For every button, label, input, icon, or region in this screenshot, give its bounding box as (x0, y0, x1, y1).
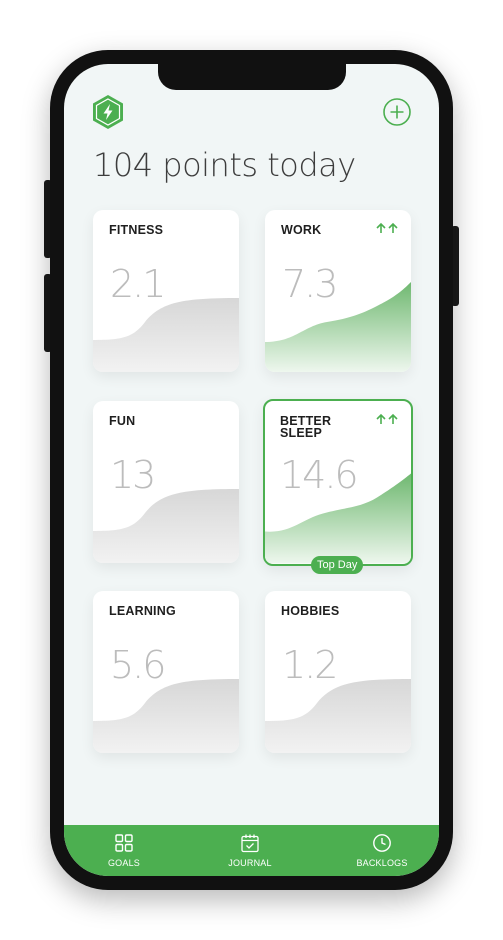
grid-icon (115, 834, 133, 852)
goal-card-better-sleep[interactable]: BETTER SLEEP 14.6 Top Day (263, 399, 413, 574)
goal-card-learning[interactable]: LEARNING 5.6 (93, 591, 239, 753)
card-value-work: 7.3 (282, 262, 338, 306)
card-title-fun: FUN (109, 414, 136, 428)
card-value-better-sleep: 14.6 (280, 453, 359, 497)
card-title-fitness: FITNESS (109, 223, 164, 237)
bolt-hexagon-icon[interactable] (91, 94, 125, 130)
points-today-heading: 104 points today (93, 146, 356, 184)
card-title-better-sleep: BETTER SLEEP (280, 414, 332, 440)
bottom-navigation-bar: GOALS JOURNAL BACKLOGS (64, 825, 439, 876)
double-up-arrow-icon (376, 413, 398, 424)
nav-item-goals[interactable]: GOALS (79, 833, 169, 868)
calendar-check-icon (241, 834, 259, 853)
card-value-hobbies: 1.2 (282, 643, 338, 687)
goal-card-hobbies[interactable]: HOBBIES 1.2 (265, 591, 411, 753)
clock-icon (373, 834, 391, 852)
nav-label-journal: JOURNAL (228, 858, 272, 868)
card-value-fun: 13 (110, 453, 156, 497)
goal-card-work[interactable]: WORK 7.3 (265, 210, 411, 372)
card-title-learning: LEARNING (109, 604, 176, 618)
double-up-arrow-icon (376, 222, 398, 233)
card-value-learning: 5.6 (110, 643, 166, 687)
card-title-work: WORK (281, 223, 322, 237)
phone-notch (158, 64, 346, 90)
card-value-fitness: 2.1 (110, 262, 166, 306)
card-title-hobbies: HOBBIES (281, 604, 340, 618)
goal-card-fitness[interactable]: FITNESS 2.1 (93, 210, 239, 372)
nav-item-backlogs[interactable]: BACKLOGS (337, 833, 427, 868)
plus-circle-icon[interactable] (382, 97, 412, 127)
goal-card-fun[interactable]: FUN 13 (93, 401, 239, 563)
nav-label-backlogs: BACKLOGS (356, 858, 408, 868)
nav-label-goals: GOALS (107, 858, 140, 868)
app-screen: 104 points today FITNESS 2.1 WORK 7.3 FU… (64, 64, 439, 876)
top-day-badge: Top Day (311, 556, 364, 574)
nav-item-journal[interactable]: JOURNAL (205, 833, 295, 868)
